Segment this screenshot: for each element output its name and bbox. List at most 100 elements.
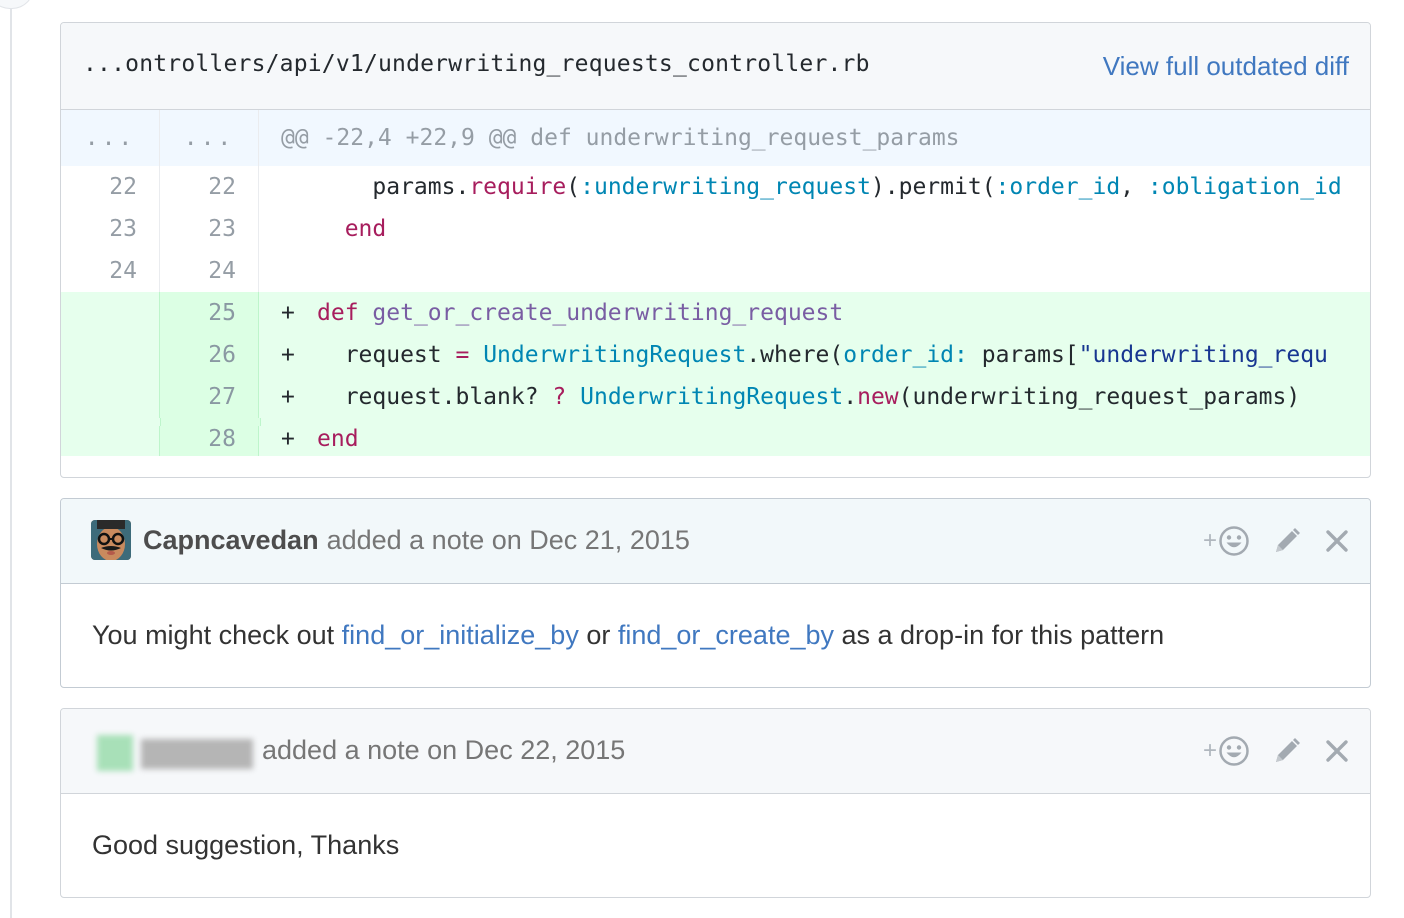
- code-line: end: [259, 208, 1370, 250]
- comment-actions: +: [1181, 733, 1350, 769]
- code-token: :order_id: [995, 174, 1121, 200]
- pencil-icon: [1276, 738, 1300, 762]
- diff-line: 23 23 end: [61, 208, 1370, 250]
- link-find-or-create-by[interactable]: find_or_create_by: [618, 620, 834, 650]
- file-path: ...ontrollers/api/v1/underwriting_reques…: [83, 51, 870, 77]
- comment-body: Good suggestion, Thanks: [61, 794, 1370, 861]
- add-marker: +: [281, 342, 295, 368]
- code-line: + def get_or_create_underwriting_request: [259, 292, 1370, 334]
- diff-line: 22 22 params.require(:underwriting_reque…: [61, 166, 1370, 208]
- diff-table: ... ... @@ -22,4 +22,9 @@ def underwriti…: [61, 110, 1370, 456]
- comment-meta: added a note on Dec 22, 2015: [262, 735, 625, 766]
- redacted-author: [83, 721, 261, 781]
- new-line-number[interactable]: 26: [160, 334, 259, 376]
- expand-new-num[interactable]: ...: [160, 110, 259, 166]
- code-token: request.blank?: [317, 384, 553, 410]
- x-icon: [1326, 740, 1348, 762]
- comment-meta: Capncavedan added a note on Dec 21, 2015: [143, 525, 690, 556]
- timeline-badge: [0, 0, 34, 9]
- smiley-icon: [1219, 736, 1249, 766]
- code-token: (: [566, 174, 581, 200]
- comment-body: You might check out find_or_initialize_b…: [61, 584, 1370, 651]
- comment-text: as a drop-in for this pattern: [834, 620, 1165, 650]
- avatar[interactable]: [91, 520, 131, 560]
- comment-actions: +: [1181, 523, 1350, 559]
- new-line-number[interactable]: 24: [160, 250, 259, 292]
- code-token: .where(: [746, 342, 844, 368]
- diff-line: 24 24: [61, 250, 1370, 292]
- old-line-number[interactable]: 22: [61, 166, 160, 208]
- comment-header: added a note on Dec 22, 2015 +: [61, 709, 1370, 794]
- comment-timestamp: added a note on Dec 22, 2015: [262, 735, 626, 765]
- code-token: =: [455, 342, 470, 368]
- pencil-icon: [1276, 528, 1300, 552]
- old-line-number: [61, 292, 160, 334]
- outdated-diff: ...ontrollers/api/v1/underwriting_reques…: [60, 22, 1371, 478]
- new-line-number[interactable]: 27: [160, 376, 259, 418]
- review-comment: added a note on Dec 22, 2015 + Good sugg…: [60, 708, 1371, 898]
- smiley-icon: [1219, 526, 1249, 556]
- added-line: 26 + request = UnderwritingRequest.where…: [61, 334, 1370, 376]
- hunk-header-row: ... ... @@ -22,4 +22,9 @@ def underwriti…: [61, 110, 1370, 166]
- code-token: order_id:: [843, 342, 968, 368]
- comment-text: You might check out: [92, 620, 342, 650]
- author-name[interactable]: Capncavedan: [143, 525, 319, 555]
- add-reaction-button[interactable]: +: [1203, 525, 1250, 557]
- code-token: get_or_create_underwriting_request: [372, 300, 844, 326]
- code-token: params.: [317, 174, 470, 200]
- blurred-avatar: [97, 735, 133, 771]
- code-token: (underwriting_request_params): [898, 384, 1301, 410]
- code-token: "underwriting_requ: [1078, 342, 1328, 368]
- code-token: ,: [1120, 174, 1148, 200]
- added-line: 25 + def get_or_create_underwriting_reque…: [61, 292, 1370, 334]
- link-find-or-initialize-by[interactable]: find_or_initialize_by: [342, 620, 579, 650]
- code-line: + request.blank? ? UnderwritingRequest.n…: [259, 376, 1370, 418]
- code-token: def: [317, 300, 359, 326]
- edit-comment-button[interactable]: [1272, 736, 1302, 766]
- view-full-diff-link[interactable]: View full outdated diff: [1103, 51, 1349, 82]
- code-token: new: [857, 384, 899, 410]
- avatar-image: [91, 520, 131, 560]
- blurred-username: [141, 739, 253, 769]
- code-token: end: [317, 426, 359, 452]
- added-line: 27 + request.blank? ? UnderwritingReques…: [61, 376, 1370, 418]
- add-marker: +: [281, 384, 295, 410]
- code-token: ).permit(: [870, 174, 996, 200]
- comment-timestamp: added a note on Dec 21, 2015: [326, 525, 690, 555]
- code-token: .: [843, 384, 858, 410]
- code-token: UnderwritingRequest: [483, 342, 747, 368]
- old-line-number[interactable]: 24: [61, 250, 160, 292]
- code-token: end: [344, 216, 387, 242]
- code-token: require: [469, 174, 567, 200]
- code-token: UnderwritingRequest: [580, 384, 844, 410]
- old-line-number: [61, 334, 160, 376]
- comment-header: Capncavedan added a note on Dec 21, 2015 …: [61, 499, 1370, 584]
- expand-old-num[interactable]: ...: [61, 110, 160, 166]
- add-marker: +: [281, 300, 295, 326]
- old-line-number[interactable]: 23: [61, 208, 160, 250]
- code-token: ?: [552, 384, 567, 410]
- edit-comment-button[interactable]: [1272, 526, 1302, 556]
- code-token: :obligation_id: [1147, 174, 1342, 200]
- comment-text: Good suggestion, Thanks: [92, 830, 400, 860]
- new-line-number[interactable]: 25: [160, 292, 259, 334]
- code-line: [259, 250, 1370, 292]
- code-token: params[: [967, 342, 1079, 368]
- new-line-number[interactable]: 22: [160, 166, 259, 208]
- hunk-header-text: @@ -22,4 +22,9 @@ def underwriting_reque…: [259, 110, 1370, 166]
- add-reaction-button[interactable]: +: [1203, 735, 1250, 767]
- plus-text: +: [1202, 527, 1217, 554]
- code-line: params.require(:underwriting_request).pe…: [259, 166, 1370, 208]
- delete-comment-button[interactable]: [1324, 738, 1350, 764]
- new-line-number[interactable]: 23: [160, 208, 259, 250]
- code-token: :underwriting_request: [580, 174, 871, 200]
- code-line: + request = UnderwritingRequest.where(or…: [259, 334, 1370, 376]
- old-line-number: [61, 376, 160, 418]
- plus-text: +: [1202, 737, 1217, 764]
- review-comment: Capncavedan added a note on Dec 21, 2015 …: [60, 498, 1371, 688]
- delete-comment-button[interactable]: [1324, 528, 1350, 554]
